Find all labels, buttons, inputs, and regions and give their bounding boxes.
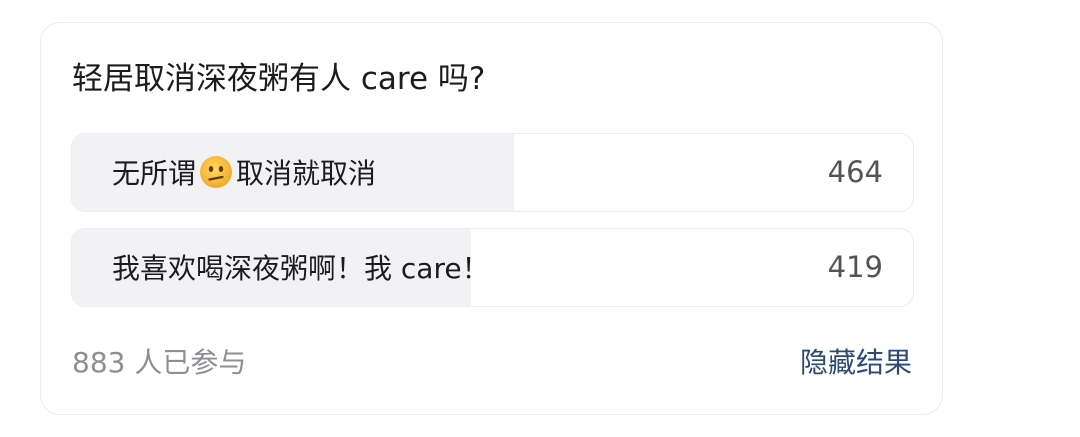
hide-results-button[interactable]: 隐藏结果 <box>800 345 912 381</box>
poll-option-2-count: 419 <box>827 250 883 284</box>
poll-card: 轻居取消深夜粥有人 care 吗? 无所谓 取消就取消 464 我喜欢喝深夜粥啊… <box>40 22 943 415</box>
poll-option-1-count: 464 <box>827 155 883 189</box>
poll-option-2-label: 我喜欢喝深夜粥啊！我 care！ <box>112 252 490 285</box>
poll-option-1-text-after: 取消就取消 <box>236 157 377 190</box>
participants-count: 883 人已参与 <box>72 346 247 379</box>
poll-title: 轻居取消深夜粥有人 care 吗? <box>72 61 486 97</box>
poll-option-1-label: 无所谓 取消就取消 <box>112 134 376 210</box>
poll-option-1-text-before: 无所谓 <box>112 157 197 190</box>
poll-option-2[interactable]: 我喜欢喝深夜粥啊！我 care！ 419 <box>71 228 914 307</box>
poll-option-1[interactable]: 无所谓 取消就取消 464 <box>71 133 914 212</box>
confused-face-icon <box>199 155 233 189</box>
